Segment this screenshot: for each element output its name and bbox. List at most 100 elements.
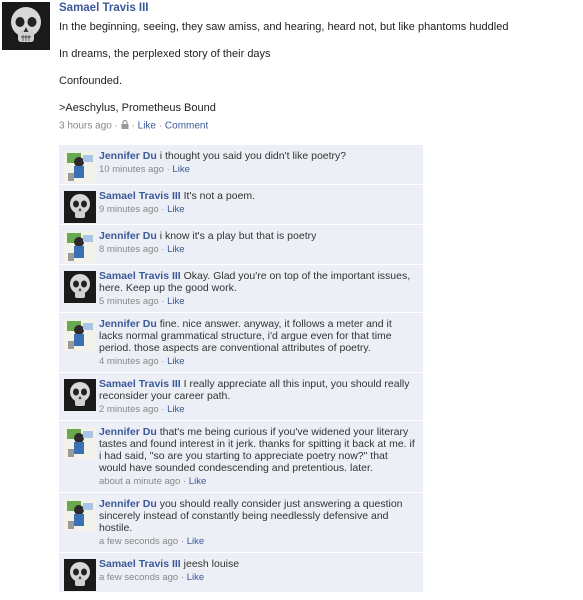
- comment-item: Samael Travis III jeesh louise a few sec…: [59, 553, 423, 593]
- post-body: Samael Travis III In the beginning, seei…: [59, 0, 579, 132]
- comment-body: Jennifer Du that's me being curious if y…: [99, 426, 417, 474]
- comment-timestamp[interactable]: a few seconds ago: [99, 536, 178, 547]
- comment-text: It's not a poem.: [183, 190, 256, 202]
- portrait-icon: [64, 319, 96, 351]
- meta-separator: ·: [161, 404, 165, 415]
- meta-separator: ·: [158, 120, 163, 132]
- portrait-icon: [64, 499, 96, 531]
- meta-separator: ·: [161, 244, 165, 255]
- comment-meta: a few seconds ago · Like: [99, 572, 417, 583]
- comment-text: jeesh louise: [183, 558, 240, 570]
- comment-like-button[interactable]: Like: [167, 204, 184, 215]
- author-avatar[interactable]: [2, 2, 50, 50]
- skull-icon: [64, 379, 96, 411]
- comment-meta: about a minute ago · Like: [99, 476, 417, 487]
- post-line: >Aeschylus, Prometheus Bound: [59, 102, 216, 114]
- comment-meta: 5 minutes ago · Like: [99, 296, 417, 307]
- comment-like-button[interactable]: Like: [189, 476, 206, 487]
- like-button[interactable]: Like: [138, 121, 156, 132]
- comment-meta: 10 minutes ago · Like: [99, 164, 417, 175]
- comment-body: Jennifer Du i thought you said you didn'…: [99, 150, 417, 162]
- comment-item: Jennifer Du i thought you said you didn'…: [59, 145, 423, 185]
- comment-item: Jennifer Du fine. nice answer. anyway, i…: [59, 313, 423, 373]
- comment-timestamp[interactable]: a few seconds ago: [99, 572, 178, 583]
- comment-body: Samael Travis III jeesh louise: [99, 558, 417, 570]
- portrait-icon: [64, 151, 96, 183]
- comment-item: Jennifer Du you should really consider j…: [59, 493, 423, 553]
- comment-timestamp[interactable]: 4 minutes ago: [99, 356, 159, 367]
- comment-text: i thought you said you didn't like poetr…: [159, 150, 347, 162]
- comment-like-button[interactable]: Like: [187, 572, 204, 583]
- comment-item: Samael Travis III Okay. Glad you're on t…: [59, 265, 423, 313]
- commenter-name[interactable]: Jennifer Du: [99, 318, 157, 330]
- commenter-name[interactable]: Samael Travis III: [99, 378, 181, 390]
- meta-separator: ·: [131, 120, 135, 132]
- post-line: Confounded.: [59, 75, 122, 87]
- comment-body: Jennifer Du i know it's a play but that …: [99, 230, 417, 242]
- skull-icon: [64, 559, 96, 591]
- commenter-name[interactable]: Jennifer Du: [99, 230, 157, 242]
- commenter-avatar[interactable]: [64, 191, 96, 223]
- skull-icon: [2, 2, 50, 50]
- commenter-name[interactable]: Jennifer Du: [99, 426, 157, 438]
- comment-timestamp[interactable]: 2 minutes ago: [99, 404, 159, 415]
- post-line: In dreams, the perplexed story of their …: [59, 48, 271, 60]
- commenter-avatar[interactable]: [64, 559, 96, 591]
- commenter-avatar[interactable]: [64, 151, 96, 183]
- comment-meta: 9 minutes ago · Like: [99, 204, 417, 215]
- meta-separator: ·: [180, 536, 185, 547]
- portrait-icon: [64, 231, 96, 263]
- comment-meta: 8 minutes ago · Like: [99, 244, 417, 255]
- commenter-avatar[interactable]: [64, 499, 96, 531]
- commenter-avatar[interactable]: [64, 427, 96, 459]
- commenter-avatar[interactable]: [64, 379, 96, 411]
- meta-separator: ·: [161, 296, 165, 307]
- comment-body: Samael Travis III It's not a poem.: [99, 190, 417, 202]
- comment-meta: 4 minutes ago · Like: [99, 356, 417, 367]
- meta-separator: ·: [114, 120, 118, 132]
- comment-timestamp[interactable]: about a minute ago: [99, 476, 180, 487]
- meta-separator: ·: [180, 572, 185, 583]
- comment-item: Jennifer Du that's me being curious if y…: [59, 421, 423, 493]
- comment-like-button[interactable]: Like: [167, 356, 184, 367]
- commenter-name[interactable]: Samael Travis III: [99, 558, 181, 570]
- comment-button[interactable]: Comment: [165, 121, 208, 132]
- comment-meta: a few seconds ago · Like: [99, 536, 417, 547]
- commenter-name[interactable]: Samael Travis III: [99, 190, 181, 202]
- comment-item: Samael Travis III I really appreciate al…: [59, 373, 423, 421]
- comment-text: i know it's a play but that is poetry: [159, 230, 317, 242]
- comment-body: Jennifer Du you should really consider j…: [99, 498, 417, 534]
- comment-timestamp[interactable]: 9 minutes ago: [99, 204, 159, 215]
- post-timestamp[interactable]: 3 hours ago: [59, 121, 112, 132]
- commenter-avatar[interactable]: [64, 231, 96, 263]
- portrait-icon: [64, 427, 96, 459]
- comment-body: Samael Travis III I really appreciate al…: [99, 378, 417, 402]
- meta-separator: ·: [161, 356, 165, 367]
- meta-separator: ·: [182, 476, 187, 487]
- commenter-name[interactable]: Jennifer Du: [99, 498, 157, 510]
- comment-item: Samael Travis III It's not a poem. 9 min…: [59, 185, 423, 225]
- skull-icon: [64, 271, 96, 303]
- lock-icon: [121, 119, 129, 132]
- skull-icon: [64, 191, 96, 223]
- comment-like-button[interactable]: Like: [172, 164, 189, 175]
- comment-like-button[interactable]: Like: [167, 244, 184, 255]
- comment-like-button[interactable]: Like: [187, 536, 204, 547]
- comment-timestamp[interactable]: 10 minutes ago: [99, 164, 164, 175]
- comment-body: Samael Travis III Okay. Glad you're on t…: [99, 270, 417, 294]
- comment-meta: 2 minutes ago · Like: [99, 404, 417, 415]
- commenter-name[interactable]: Samael Travis III: [99, 270, 181, 282]
- comment-item: Jennifer Du i know it's a play but that …: [59, 225, 423, 265]
- commenter-avatar[interactable]: [64, 319, 96, 351]
- commenter-avatar[interactable]: [64, 271, 96, 303]
- comment-timestamp[interactable]: 8 minutes ago: [99, 244, 159, 255]
- meta-separator: ·: [166, 164, 170, 175]
- post-line: In the beginning, seeing, they saw amiss…: [59, 21, 509, 33]
- commenter-name[interactable]: Jennifer Du: [99, 150, 157, 162]
- comment-like-button[interactable]: Like: [167, 404, 184, 415]
- post-meta: 3 hours ago · · Like · Comment: [59, 119, 579, 132]
- post-author-name[interactable]: Samael Travis III: [59, 2, 579, 14]
- comment-list: Jennifer Du i thought you said you didn'…: [59, 145, 423, 593]
- comment-timestamp[interactable]: 5 minutes ago: [99, 296, 159, 307]
- comment-like-button[interactable]: Like: [167, 296, 184, 307]
